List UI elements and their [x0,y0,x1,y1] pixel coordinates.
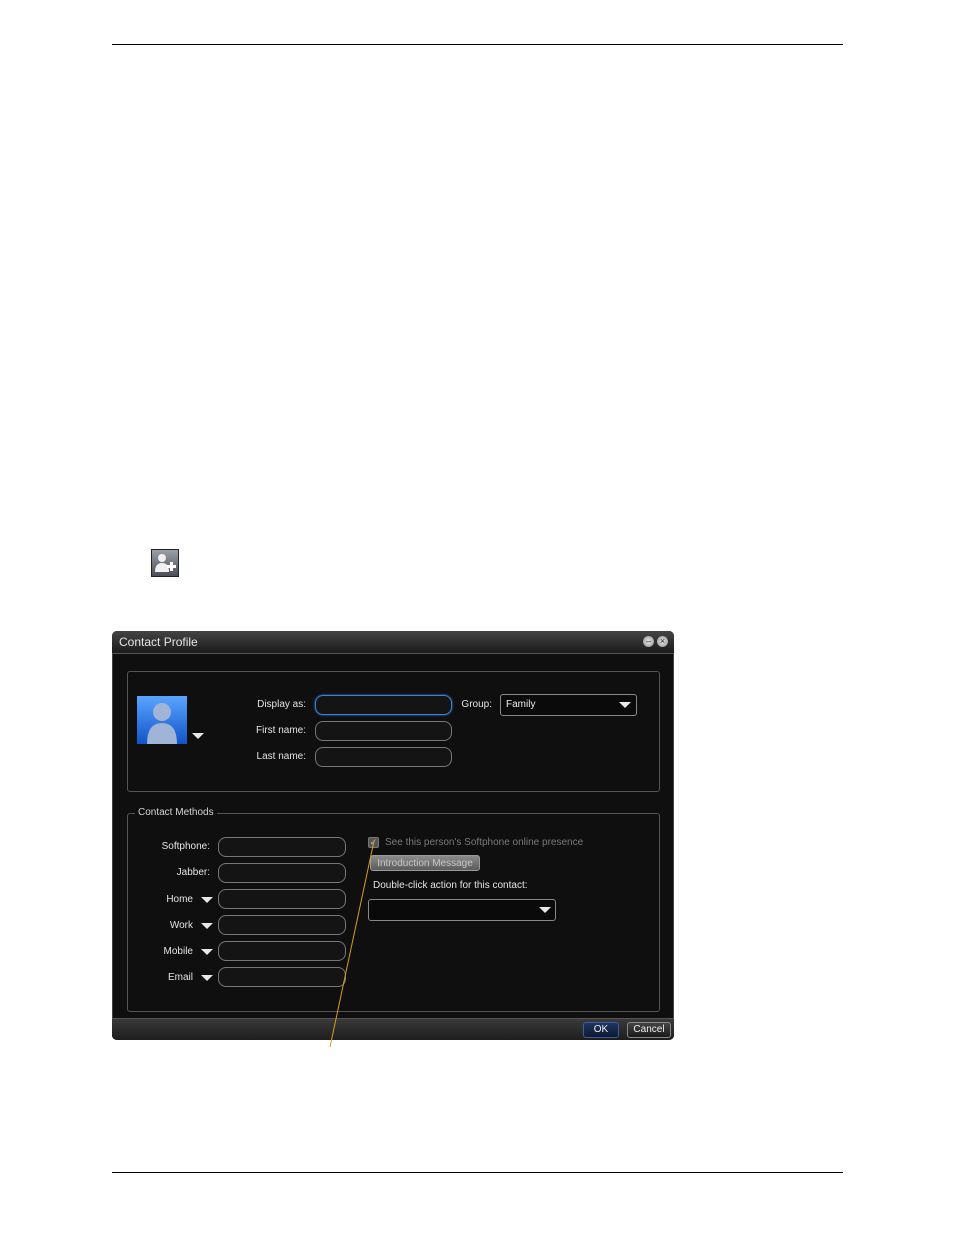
presence-checkbox[interactable]: ✓ [368,837,379,848]
home-field[interactable] [218,889,346,909]
email-label[interactable]: Email [142,972,193,983]
last-name-field[interactable] [315,747,452,767]
dialog-footer: OK Cancel [112,1018,674,1040]
work-field[interactable] [218,915,346,935]
display-as-label: Display as: [257,699,306,710]
mobile-label[interactable]: Mobile [142,946,193,957]
mobile-chevron-down-icon[interactable] [201,949,213,955]
double-click-select[interactable] [368,899,556,921]
group-select[interactable]: Family [500,694,637,716]
cancel-button[interactable]: Cancel [627,1022,671,1038]
work-label[interactable]: Work [142,920,193,931]
home-chevron-down-icon[interactable] [201,897,213,903]
title-bar[interactable]: Contact Profile – × [112,631,674,654]
contact-methods-legend: Contact Methods [135,807,217,818]
jabber-label: Jabber: [176,867,210,878]
minimize-icon[interactable]: – [643,636,654,647]
home-label[interactable]: Home [142,894,193,905]
softphone-field[interactable] [218,837,346,857]
checkmark-icon: ✓ [369,837,378,847]
display-as-field[interactable] [315,695,452,715]
double-click-label: Double-click action for this contact: [373,880,528,891]
chevron-down-icon [539,907,551,913]
group-label: Group: [461,699,492,710]
mobile-field[interactable] [218,941,346,961]
first-name-field[interactable] [315,721,452,741]
close-icon[interactable]: × [657,636,668,647]
avatar-chevron-down-icon[interactable] [192,733,204,739]
dialog-title: Contact Profile [119,635,198,649]
introduction-message-button[interactable]: Introduction Message [370,855,480,871]
presence-checkbox-label: See this person's Softphone online prese… [385,837,584,848]
add-contact-icon [151,549,179,577]
avatar-icon[interactable] [137,696,187,744]
work-chevron-down-icon[interactable] [201,923,213,929]
group-select-value: Family [506,699,536,710]
chevron-down-icon [619,702,631,708]
first-name-label: First name: [255,725,306,736]
email-chevron-down-icon[interactable] [201,975,213,981]
jabber-field[interactable] [218,863,346,883]
softphone-label: Softphone: [161,841,210,852]
email-field[interactable] [218,967,346,987]
footer-rule [112,1172,843,1173]
contact-profile-dialog: Contact Profile – × Display as: First na… [112,631,674,1040]
header-rule [112,44,843,45]
ok-button[interactable]: OK [583,1022,619,1038]
callout-line [329,840,375,1048]
last-name-label: Last name: [256,751,306,762]
